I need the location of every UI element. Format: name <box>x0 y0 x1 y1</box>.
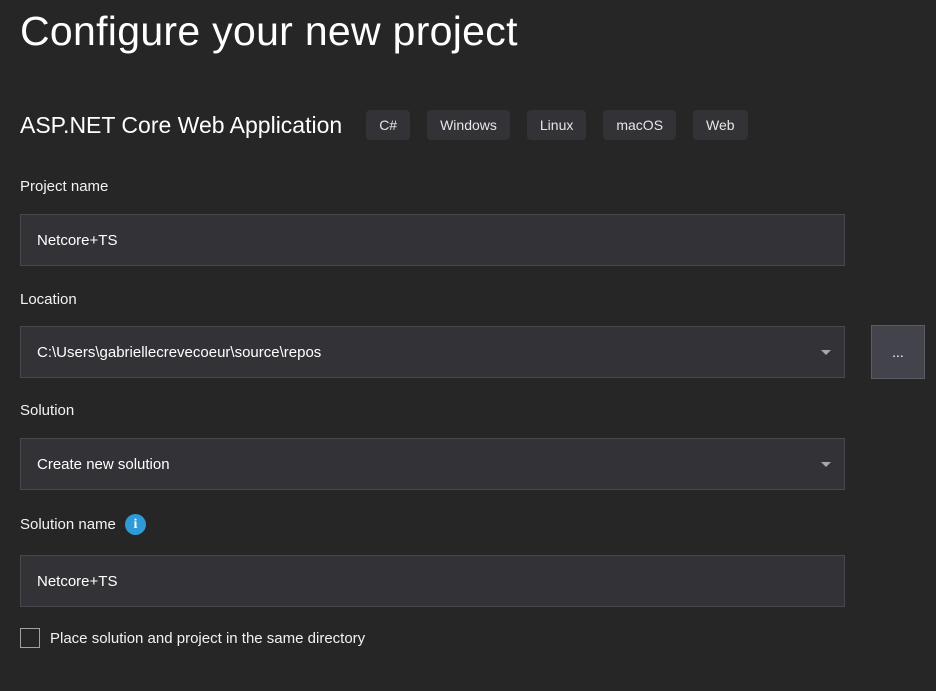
same-directory-row: Place solution and project in the same d… <box>20 628 365 648</box>
location-value: C:\Users\gabriellecrevecoeur\source\repo… <box>37 344 814 361</box>
info-icon[interactable]: i <box>125 514 146 535</box>
template-info-row: ASP.NET Core Web Application C# Windows … <box>20 110 765 140</box>
configure-project-dialog: Configure your new project ASP.NET Core … <box>0 0 936 691</box>
same-directory-label: Place solution and project in the same d… <box>50 630 365 647</box>
project-name-input[interactable] <box>20 214 845 266</box>
tag-web: Web <box>693 110 748 140</box>
tag-macos: macOS <box>603 110 676 140</box>
chevron-down-icon <box>821 462 831 467</box>
solution-combobox[interactable]: Create new solution <box>20 438 845 490</box>
solution-name-label-row: Solution name i <box>20 514 146 535</box>
solution-value: Create new solution <box>37 456 814 473</box>
solution-name-label: Solution name <box>20 516 116 533</box>
project-name-label: Project name <box>20 178 108 195</box>
chevron-down-icon <box>821 350 831 355</box>
solution-name-input[interactable] <box>20 555 845 607</box>
tag-windows: Windows <box>427 110 510 140</box>
same-directory-checkbox[interactable] <box>20 628 40 648</box>
tag-linux: Linux <box>527 110 586 140</box>
page-title: Configure your new project <box>20 8 518 55</box>
tag-csharp: C# <box>366 110 410 140</box>
browse-button[interactable]: ... <box>871 325 925 379</box>
location-label: Location <box>20 291 77 308</box>
template-name: ASP.NET Core Web Application <box>20 112 342 139</box>
solution-label: Solution <box>20 402 74 419</box>
location-combobox[interactable]: C:\Users\gabriellecrevecoeur\source\repo… <box>20 326 845 378</box>
